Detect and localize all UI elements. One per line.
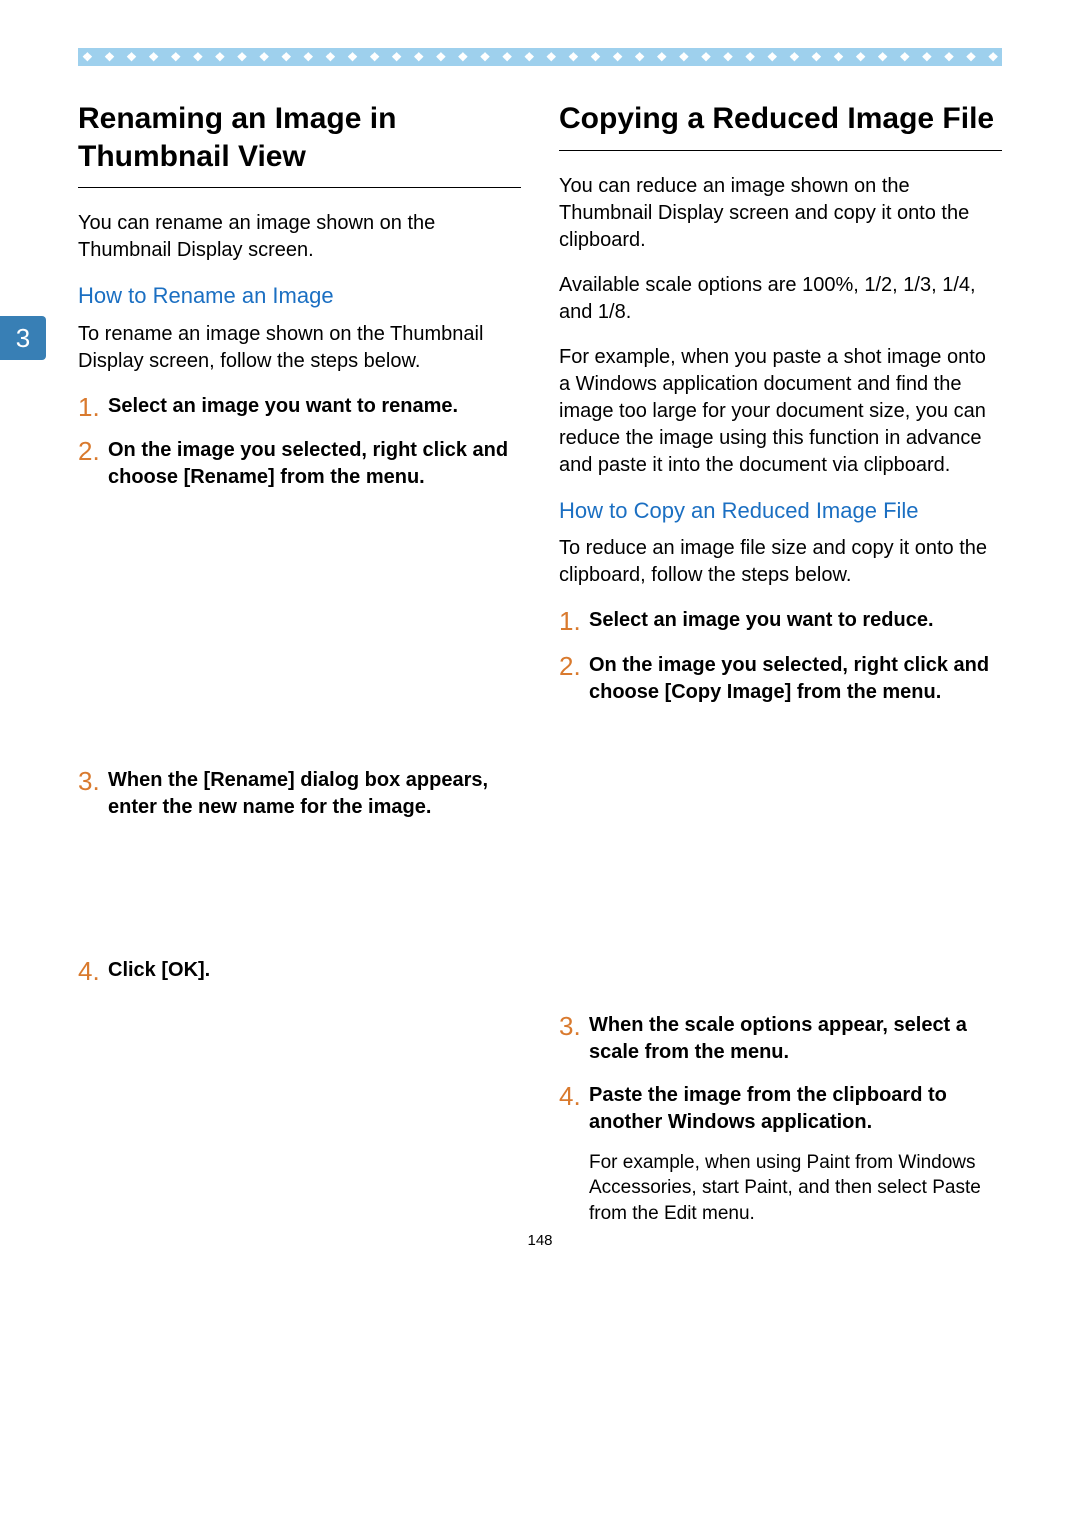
left-sub-intro: To rename an image shown on the Thumbnai…	[78, 321, 521, 375]
right-title: Copying a Reduced Image File	[559, 100, 1002, 138]
right-sub-intro: To reduce an image file size and copy it…	[559, 535, 1002, 589]
screenshot-placeholder	[559, 722, 1002, 1012]
left-column: Renaming an Image in Thumbnail View You …	[78, 100, 521, 1243]
step-number: 3.	[78, 767, 108, 796]
step-text: Click [OK].	[108, 957, 521, 984]
step-text: When the scale options appear, select a …	[589, 1012, 1002, 1066]
step: 1. Select an image you want to reduce.	[559, 607, 1002, 636]
step-text: On the image you selected, right click a…	[589, 652, 1002, 706]
step-number: 3.	[559, 1012, 589, 1041]
step-note: For example, when using Paint from Windo…	[589, 1150, 1002, 1227]
left-steps: 1. Select an image you want to rename. 2…	[78, 393, 521, 986]
step: 4. Paste the image from the clipboard to…	[559, 1082, 1002, 1227]
step: 3. When the [Rename] dialog box appears,…	[78, 767, 521, 821]
right-steps: 1. Select an image you want to reduce. 2…	[559, 607, 1002, 1227]
chapter-tab: 3	[0, 316, 46, 360]
step-number: 2.	[78, 437, 108, 466]
screenshot-placeholder	[78, 837, 521, 957]
step-number: 1.	[78, 393, 108, 422]
step-number: 1.	[559, 607, 589, 636]
step: 4. Click [OK].	[78, 957, 521, 986]
title-rule	[559, 150, 1002, 151]
step-text: Select an image you want to rename.	[108, 393, 521, 420]
decorative-band: ❖ ❖ ❖ ❖ ❖ ❖ ❖ ❖ ❖ ❖ ❖ ❖ ❖ ❖ ❖ ❖ ❖ ❖ ❖ ❖ …	[78, 48, 1002, 66]
step: 1. Select an image you want to rename.	[78, 393, 521, 422]
right-intro-1: You can reduce an image shown on the Thu…	[559, 173, 1002, 254]
step-text: When the [Rename] dialog box appears, en…	[108, 767, 521, 821]
step: 2. On the image you selected, right clic…	[559, 652, 1002, 706]
content-columns: Renaming an Image in Thumbnail View You …	[78, 100, 1002, 1243]
right-subheading: How to Copy an Reduced Image File	[559, 497, 1002, 526]
step: 2. On the image you selected, right clic…	[78, 437, 521, 491]
left-subheading: How to Rename an Image	[78, 282, 521, 311]
step-text: On the image you selected, right click a…	[108, 437, 521, 491]
screenshot-placeholder	[78, 507, 521, 767]
right-intro-2: Available scale options are 100%, 1/2, 1…	[559, 272, 1002, 326]
right-intro-3: For example, when you paste a shot image…	[559, 344, 1002, 479]
step: 3. When the scale options appear, select…	[559, 1012, 1002, 1066]
step-text: Select an image you want to reduce.	[589, 607, 1002, 634]
step-number: 4.	[78, 957, 108, 986]
title-rule	[78, 187, 521, 188]
page: ❖ ❖ ❖ ❖ ❖ ❖ ❖ ❖ ❖ ❖ ❖ ❖ ❖ ❖ ❖ ❖ ❖ ❖ ❖ ❖ …	[0, 0, 1080, 1283]
page-number: 148	[0, 1232, 1080, 1249]
left-intro: You can rename an image shown on the Thu…	[78, 210, 521, 264]
step-text-main: Paste the image from the clipboard to an…	[589, 1084, 947, 1133]
left-title: Renaming an Image in Thumbnail View	[78, 100, 521, 175]
step-number: 2.	[559, 652, 589, 681]
step-text: Paste the image from the clipboard to an…	[589, 1082, 1002, 1227]
step-number: 4.	[559, 1082, 589, 1111]
right-column: Copying a Reduced Image File You can red…	[559, 100, 1002, 1243]
decorative-diamonds: ❖ ❖ ❖ ❖ ❖ ❖ ❖ ❖ ❖ ❖ ❖ ❖ ❖ ❖ ❖ ❖ ❖ ❖ ❖ ❖ …	[82, 50, 1002, 64]
